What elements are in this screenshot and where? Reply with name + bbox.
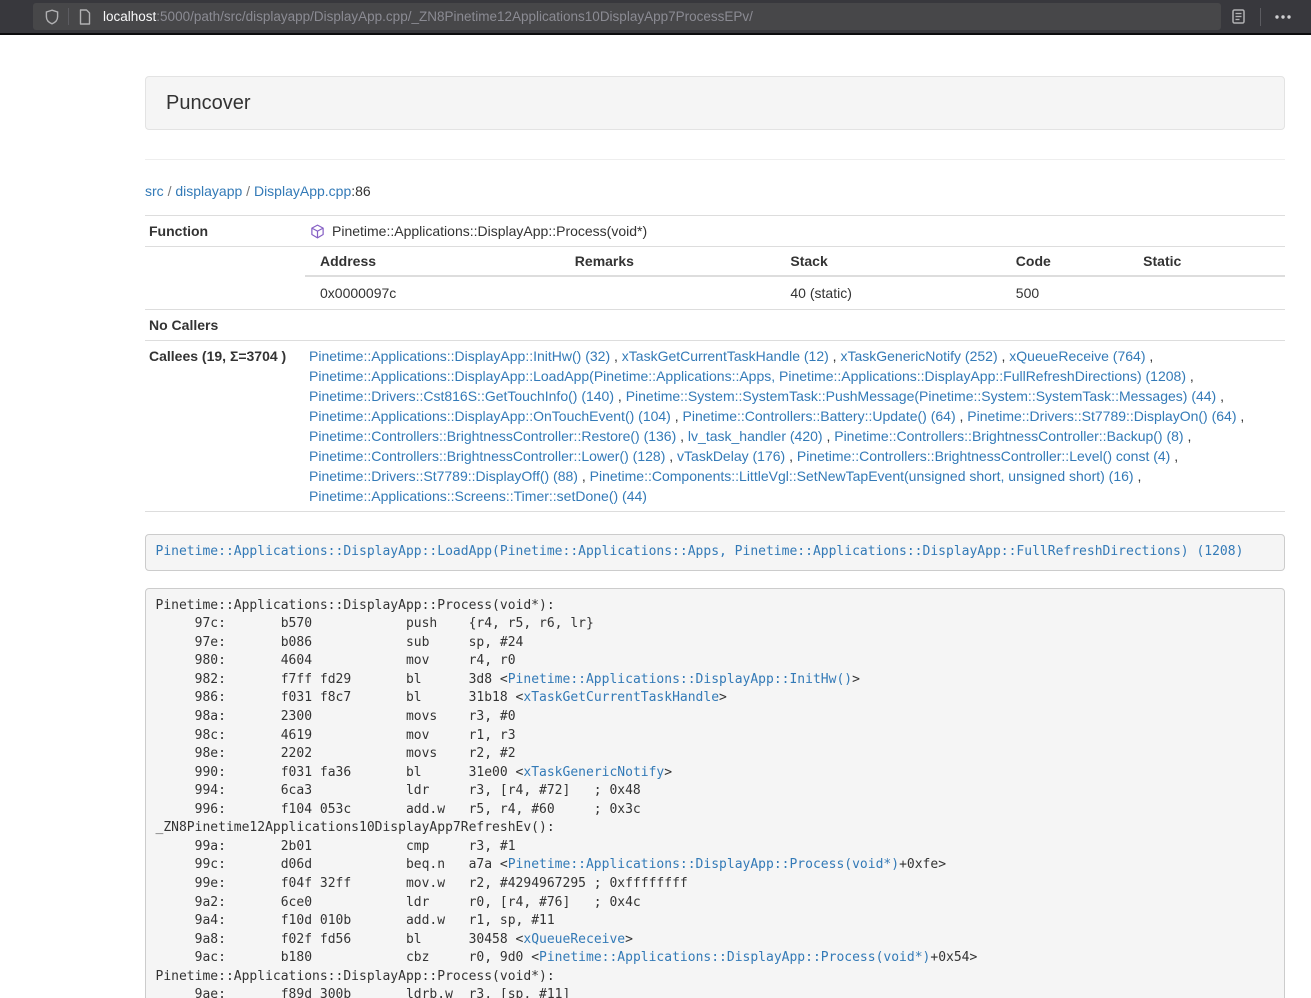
col-header-stack: Stack: [775, 247, 1000, 276]
breadcrumb-line-number: :86: [351, 183, 370, 199]
callee-link[interactable]: Pinetime::Drivers::St7789::DisplayOff() …: [309, 468, 578, 484]
function-stats-row: Address Remarks Stack Code Static 0x0000…: [145, 247, 1285, 310]
value-address: 0x0000097c: [305, 276, 560, 309]
reader-view-icon[interactable]: [1221, 8, 1256, 25]
overflow-menu-icon[interactable]: [1265, 14, 1301, 20]
asm-symbol-link[interactable]: Pinetime::Applications::DisplayApp::Init…: [508, 672, 852, 687]
callee-link[interactable]: xQueueReceive (764): [1009, 348, 1145, 364]
stats-value-row: 0x0000097c 40 (static) 500: [305, 276, 1285, 309]
callers-row: No Callers: [145, 310, 1285, 341]
function-row-label: Function: [145, 216, 305, 247]
asm-symbol-link[interactable]: xQueueReceive: [523, 932, 625, 947]
callee-link[interactable]: Pinetime::Applications::DisplayApp::Load…: [309, 368, 1186, 384]
function-info-table: Function Pinetime::Applications::Display…: [145, 215, 1285, 512]
breadcrumb: src / displayapp / DisplayApp.cpp:86: [145, 181, 1285, 201]
callee-link[interactable]: Pinetime::Controllers::BrightnessControl…: [797, 448, 1170, 464]
callee-link[interactable]: Pinetime::System::SystemTask::PushMessag…: [626, 388, 1217, 404]
callees-label: Callees (19, Σ=3704 ): [145, 341, 305, 512]
value-static: [1128, 276, 1285, 309]
col-header-address: Address: [305, 247, 560, 276]
page-container: Puncover src / displayapp / DisplayApp.c…: [145, 76, 1285, 998]
asm-symbol-link[interactable]: Pinetime::Applications::DisplayApp::Proc…: [508, 857, 899, 872]
callee-link[interactable]: vTaskDelay (176): [677, 448, 785, 464]
callee-link[interactable]: Pinetime::Controllers::BrightnessControl…: [309, 448, 665, 464]
col-header-remarks: Remarks: [560, 247, 776, 276]
breadcrumb-link-src[interactable]: src: [145, 183, 164, 199]
col-header-static: Static: [1128, 247, 1285, 276]
url-host: localhost: [103, 9, 156, 24]
callee-link[interactable]: xTaskGetCurrentTaskHandle (12): [622, 348, 829, 364]
callees-list: Pinetime::Applications::DisplayApp::Init…: [305, 341, 1285, 512]
callee-link[interactable]: Pinetime::Drivers::St7789::DisplayOn() (…: [967, 408, 1236, 424]
callees-row: Callees (19, Σ=3704 ) Pinetime::Applicat…: [145, 341, 1285, 512]
function-cube-icon: [310, 224, 325, 239]
function-stats-table: Address Remarks Stack Code Static 0x0000…: [305, 247, 1285, 309]
callee-link[interactable]: Pinetime::Controllers::Battery::Update()…: [683, 408, 956, 424]
breadcrumb-link-file[interactable]: DisplayApp.cpp: [254, 183, 351, 199]
callee-link[interactable]: Pinetime::Drivers::Cst816S::GetTouchInfo…: [309, 388, 614, 404]
asm-symbol-link[interactable]: Pinetime::Applications::DisplayApp::Proc…: [539, 950, 930, 965]
shield-icon[interactable]: [44, 9, 60, 25]
breadcrumb-separator: /: [168, 183, 172, 199]
callee-link[interactable]: Pinetime::Components::LittleVgl::SetNewT…: [590, 468, 1134, 484]
stats-header-row: Address Remarks Stack Code Static: [305, 247, 1285, 276]
callee-link[interactable]: Pinetime::Controllers::BrightnessControl…: [834, 428, 1183, 444]
callee-link[interactable]: lv_task_handler (420): [688, 428, 823, 444]
url-bar[interactable]: localhost:5000/path/src/displayapp/Displ…: [33, 3, 1221, 30]
asm-symbol-link[interactable]: xTaskGetCurrentTaskHandle: [523, 690, 719, 705]
browser-toolbar: localhost:5000/path/src/displayapp/Displ…: [0, 0, 1311, 35]
toolbar-actions: [1221, 8, 1301, 26]
breadcrumb-link-displayapp[interactable]: displayapp: [175, 183, 242, 199]
col-header-code: Code: [1001, 247, 1128, 276]
callee-link[interactable]: Pinetime::Applications::Screens::Timer::…: [309, 488, 647, 504]
value-code: 500: [1001, 276, 1128, 309]
callee-link[interactable]: Pinetime::Applications::DisplayApp::Init…: [309, 348, 610, 364]
url-path: :5000/path/src/displayapp/DisplayApp.cpp…: [156, 9, 753, 24]
callee-link[interactable]: xTaskGenericNotify (252): [840, 348, 997, 364]
toolbar-divider: [1260, 8, 1261, 26]
url-text: localhost:5000/path/src/displayapp/Displ…: [103, 9, 753, 24]
function-row: Function Pinetime::Applications::Display…: [145, 216, 1285, 247]
callers-label: No Callers: [145, 310, 305, 341]
asm-symbol-link[interactable]: xTaskGenericNotify: [523, 765, 664, 780]
value-stack: 40 (static): [775, 276, 1000, 309]
urlbar-divider: [68, 8, 69, 25]
app-title: Puncover: [145, 76, 1285, 130]
breadcrumb-separator: /: [246, 183, 250, 199]
assembly-code: Pinetime::Applications::DisplayApp::Proc…: [145, 588, 1285, 998]
snippet-box: Pinetime::Applications::DisplayApp::Load…: [145, 534, 1285, 571]
snippet-link[interactable]: Pinetime::Applications::DisplayApp::Load…: [156, 544, 1244, 559]
callee-link[interactable]: Pinetime::Applications::DisplayApp::OnTo…: [309, 408, 671, 424]
function-name: Pinetime::Applications::DisplayApp::Proc…: [332, 221, 647, 241]
value-remarks: [560, 276, 776, 309]
page-info-icon[interactable]: [78, 9, 92, 25]
header-divider: [145, 159, 1285, 160]
callee-link[interactable]: Pinetime::Controllers::BrightnessControl…: [309, 428, 676, 444]
